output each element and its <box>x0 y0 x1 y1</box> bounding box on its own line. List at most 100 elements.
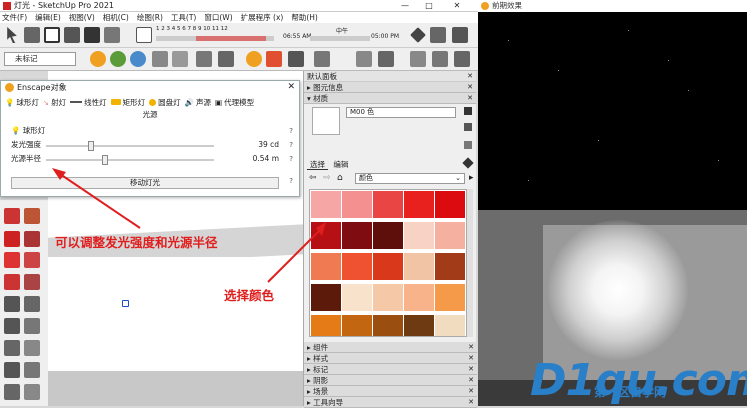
follow-me-icon[interactable] <box>24 252 40 268</box>
color-swatch[interactable] <box>373 253 403 280</box>
color-swatch[interactable] <box>342 222 372 249</box>
color-swatch[interactable] <box>404 284 434 311</box>
tab-spot-light[interactable]: ↘ 射灯 <box>43 97 66 108</box>
color-swatch[interactable] <box>373 284 403 311</box>
minimize-button[interactable]: — <box>394 0 416 12</box>
color-swatch[interactable] <box>404 253 434 280</box>
enscape-view-sync-icon[interactable] <box>130 51 146 67</box>
menu-tools[interactable]: 工具(T) <box>171 12 196 23</box>
tab-sound-source[interactable]: 🔊 声源 <box>185 97 211 108</box>
menu-edit[interactable]: 编辑(E) <box>35 12 61 23</box>
material-name-field[interactable]: M00 色 <box>346 107 456 118</box>
color-swatch[interactable] <box>311 253 341 280</box>
rotate-icon[interactable] <box>4 252 20 268</box>
menu-file[interactable]: 文件(F) <box>2 12 27 23</box>
tab-disk-light[interactable]: 圆盘灯 <box>149 97 181 108</box>
text-icon[interactable] <box>24 318 40 334</box>
move-icon[interactable] <box>4 231 20 247</box>
menu-window[interactable]: 窗口(W) <box>204 12 232 23</box>
eraser-icon[interactable] <box>4 208 20 224</box>
tab-edit[interactable]: 编辑 <box>330 160 351 169</box>
help-icon[interactable]: ? <box>289 138 293 152</box>
zoom-icon[interactable] <box>4 384 20 400</box>
upload-icon[interactable] <box>432 51 448 67</box>
standard-views-icon[interactable] <box>64 27 80 43</box>
month-scale[interactable]: 1 2 3 4 5 6 7 8 9 10 11 12 <box>156 26 274 33</box>
materials-section[interactable]: ▾ 材质 ✕ <box>304 93 476 104</box>
menu-draw[interactable]: 绘图(R) <box>137 12 163 23</box>
close-button[interactable]: ✕ <box>446 0 468 12</box>
tab-line-light[interactable]: 线性灯 <box>70 97 107 108</box>
material-editor-icon[interactable] <box>410 51 426 67</box>
vr-icon[interactable] <box>314 51 330 67</box>
home-icon[interactable] <box>44 27 60 43</box>
section-close-icon[interactable]: ✕ <box>468 375 474 386</box>
intensity-slider-knob[interactable] <box>88 141 95 151</box>
scale-icon[interactable] <box>4 274 20 290</box>
menu-help[interactable]: 帮助(H) <box>291 12 318 23</box>
view-icon[interactable] <box>196 51 212 67</box>
menu-camera[interactable]: 相机(C) <box>103 12 129 23</box>
color-swatch[interactable] <box>435 191 465 218</box>
back-arrow-icon[interactable]: ⇦ <box>309 173 317 183</box>
color-swatch[interactable] <box>342 284 372 311</box>
menu-view[interactable]: 视图(V) <box>69 12 95 23</box>
dialog-close-button[interactable]: ✕ <box>287 81 295 94</box>
time-slider-track[interactable] <box>310 36 370 41</box>
shadow-toggle-icon[interactable] <box>136 27 152 43</box>
tab-rect-light[interactable]: 矩形灯 <box>110 97 145 108</box>
dimension-icon[interactable] <box>24 296 40 312</box>
help-icon[interactable]: ? <box>289 177 293 185</box>
color-swatch[interactable] <box>311 315 341 336</box>
screenshot-icon[interactable] <box>172 51 188 67</box>
color-swatch[interactable] <box>342 253 372 280</box>
info-icon[interactable] <box>378 51 394 67</box>
building-icon[interactable] <box>84 27 100 43</box>
house-icon[interactable] <box>104 27 120 43</box>
color-swatch[interactable] <box>342 191 372 218</box>
color-swatch[interactable] <box>404 191 434 218</box>
monitor-icon[interactable] <box>430 27 446 43</box>
styles-section[interactable]: ▸ 样式 ✕ <box>304 353 477 364</box>
paint-bucket-icon[interactable] <box>24 208 40 224</box>
axes-icon[interactable] <box>4 340 20 356</box>
swatch-scrollbar[interactable] <box>467 189 473 337</box>
panel-toggle-icon[interactable] <box>454 51 470 67</box>
push-pull-icon[interactable] <box>24 231 40 247</box>
cube-small-icon[interactable] <box>464 123 472 131</box>
enscape-start-icon[interactable] <box>90 51 106 67</box>
protractor-icon[interactable] <box>4 318 20 334</box>
intensity-slider[interactable] <box>46 141 214 151</box>
tab-sphere-light[interactable]: 💡 球形灯 <box>5 97 39 108</box>
eyedropper-icon[interactable] <box>462 157 474 169</box>
menu-extensions[interactable]: 扩展程序 (x) <box>241 12 284 23</box>
color-swatch[interactable] <box>311 284 341 311</box>
move-light-button[interactable]: 移动灯光 <box>11 177 279 189</box>
enscape-objects-icon[interactable] <box>246 51 262 67</box>
3d-text-icon[interactable] <box>24 340 40 356</box>
sample-paint-icon[interactable] <box>464 141 472 149</box>
section-close-icon[interactable]: ✕ <box>468 342 474 353</box>
color-swatch[interactable] <box>311 191 341 218</box>
zoom-extents-icon[interactable] <box>24 384 40 400</box>
assets-icon[interactable] <box>266 51 282 67</box>
tag-dropdown[interactable]: 未标记 <box>4 52 76 66</box>
diamond-icon[interactable] <box>410 27 426 43</box>
details-arrow-icon[interactable]: ▸ <box>469 173 474 183</box>
scenes-section[interactable]: ▸ 场景 ✕ <box>304 386 477 397</box>
month-slider-track[interactable] <box>156 36 274 41</box>
help-icon[interactable]: ? <box>289 124 293 138</box>
feedback-icon[interactable] <box>356 51 372 67</box>
radius-slider[interactable] <box>46 155 214 165</box>
tape-measure-icon[interactable] <box>4 296 20 312</box>
color-swatch[interactable] <box>373 191 403 218</box>
tray-close-icon[interactable]: ✕ <box>467 71 473 82</box>
forward-arrow-icon[interactable]: ⇨ <box>323 173 331 183</box>
section-close-icon[interactable]: ✕ <box>467 93 473 104</box>
section-close-icon[interactable]: ✕ <box>468 364 474 375</box>
color-swatch[interactable] <box>435 315 465 336</box>
intensity-value[interactable]: 39 cd <box>258 138 279 152</box>
camera-icon[interactable] <box>152 51 168 67</box>
color-swatch[interactable] <box>435 222 465 249</box>
section-close-icon[interactable]: ✕ <box>468 386 474 397</box>
